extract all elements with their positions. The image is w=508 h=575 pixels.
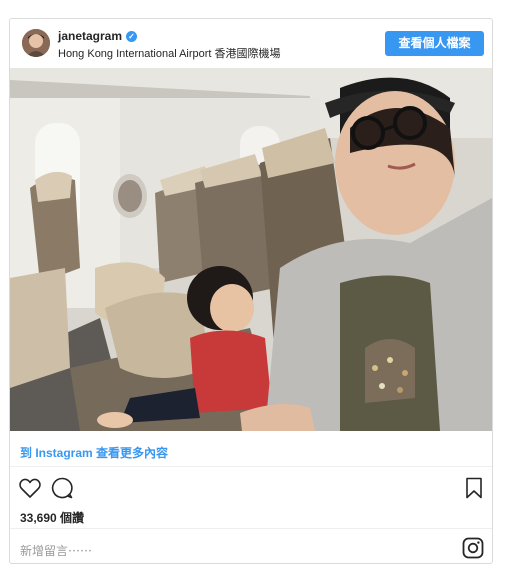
post-photo[interactable]: [10, 68, 492, 431]
avatar-image: [22, 29, 50, 57]
instagram-logo-icon[interactable]: [462, 537, 484, 559]
like-count[interactable]: 33,690 個讚: [20, 509, 84, 526]
view-on-instagram-link[interactable]: 到 Instagram 查看更多內容: [20, 444, 168, 461]
username-row: janetagram ✓: [58, 29, 138, 43]
comment-bubble-icon[interactable]: [50, 476, 74, 500]
divider: [10, 528, 492, 529]
divider: [10, 466, 492, 467]
heart-icon[interactable]: [18, 476, 42, 500]
photo-airplane-selfie: [10, 68, 492, 431]
verified-badge-icon: ✓: [126, 30, 138, 42]
bookmark-icon[interactable]: [462, 476, 486, 500]
post-header: janetagram ✓ Hong Kong International Air…: [10, 19, 492, 68]
avatar[interactable]: [22, 29, 50, 57]
username[interactable]: janetagram: [58, 29, 122, 43]
instagram-embed-card: janetagram ✓ Hong Kong International Air…: [9, 18, 493, 564]
location-link[interactable]: Hong Kong International Airport 香港國際機場: [58, 45, 281, 61]
add-comment-field[interactable]: 新增留言⋯⋯: [20, 542, 92, 559]
view-profile-button[interactable]: 查看個人檔案: [385, 31, 484, 56]
